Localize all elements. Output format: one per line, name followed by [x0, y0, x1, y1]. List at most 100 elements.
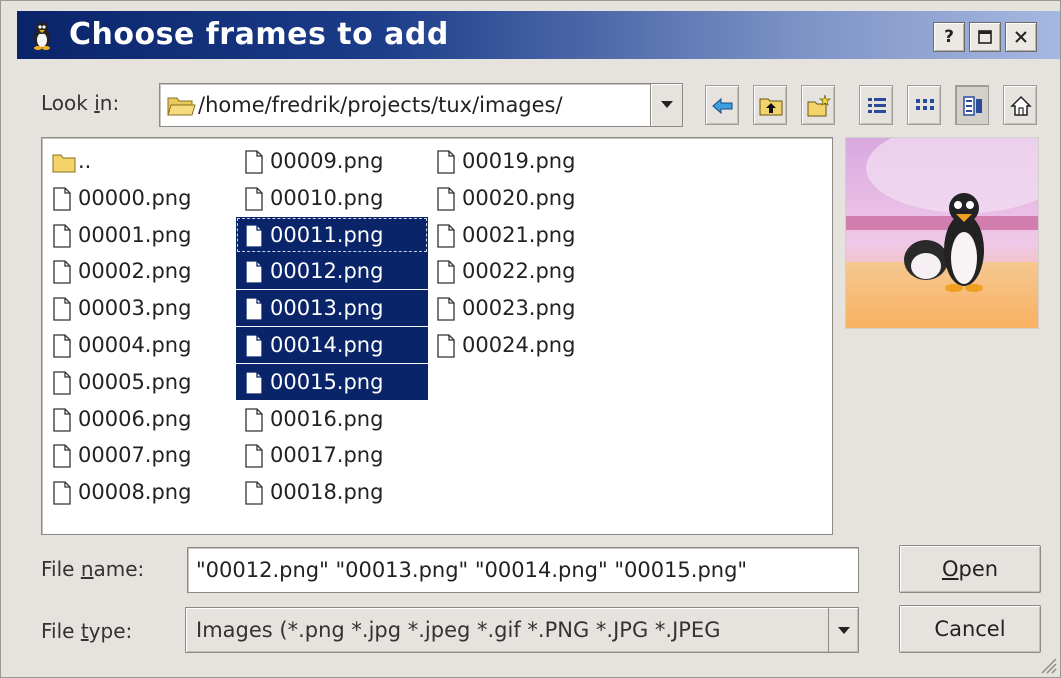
file-item[interactable]: 00014.png [236, 327, 428, 363]
file-name-text: 00008.png [78, 480, 192, 505]
file-name-text: 00000.png [78, 185, 192, 210]
file-icon [53, 187, 71, 211]
icon-view-icon [916, 99, 934, 110]
file-icon [53, 444, 71, 469]
file-icon [245, 260, 263, 285]
file-icon [245, 371, 263, 395]
tux-icon [34, 22, 50, 50]
file-item[interactable]: 00005.png [44, 364, 222, 400]
file-name-text: 00018.png [270, 480, 384, 505]
file-icon [437, 334, 455, 358]
file-icon [437, 187, 455, 211]
file-item[interactable]: 00004.png [44, 327, 222, 363]
home-button[interactable] [1003, 85, 1037, 125]
file-item[interactable]: 00022.png [428, 253, 608, 289]
file-icon [53, 371, 71, 395]
file-type-select[interactable]: Images (*.png *.jpg *.jpeg *.gif *.PNG *… [185, 607, 859, 653]
file-name-text: 00019.png [462, 149, 576, 173]
file-item[interactable]: 00013.png [236, 290, 428, 327]
file-name-text: 00006.png [78, 406, 192, 431]
home-icon [1010, 95, 1032, 116]
preview-image [846, 138, 1038, 328]
folder-open-icon [167, 97, 196, 116]
file-name-text: 00015.png [270, 369, 384, 394]
resize-grip-icon[interactable] [1036, 653, 1058, 675]
file-name-text: 00007.png [78, 443, 192, 468]
file-icon [53, 260, 71, 285]
parent-folder-button[interactable] [753, 85, 787, 125]
file-item[interactable]: 00002.png [44, 253, 222, 289]
file-item[interactable]: 00016.png [236, 401, 428, 437]
file-item[interactable]: 00024.png [428, 327, 608, 363]
file-item[interactable]: 00023.png [428, 290, 608, 326]
image-preview [845, 137, 1039, 329]
file-item[interactable]: 00018.png [236, 474, 428, 510]
file-item[interactable]: 00020.png [428, 180, 608, 216]
file-name-text: 00021.png [462, 222, 576, 247]
parent-folder-icon [759, 98, 783, 116]
list-view-button[interactable] [859, 85, 893, 125]
file-name-text: 00002.png [78, 259, 192, 284]
file-name-text: 00024.png [462, 333, 576, 357]
file-icon [437, 297, 455, 321]
file-name-label: File name: [41, 557, 145, 581]
file-item[interactable]: 00021.png [428, 217, 608, 253]
new-folder-icon [807, 94, 831, 117]
file-name-text: 00014.png [270, 333, 384, 357]
file-name-text: 00016.png [270, 406, 384, 431]
title-bar[interactable]: Choose frames to add ? [17, 11, 1060, 59]
file-name-text: 00003.png [78, 296, 192, 321]
file-item[interactable]: 00012.png [236, 253, 428, 290]
file-item[interactable]: 00011.png [236, 216, 428, 253]
maximize-icon [978, 30, 992, 44]
file-item[interactable]: 00001.png [44, 217, 222, 253]
file-item[interactable]: 00007.png [44, 437, 222, 473]
file-item[interactable]: 00009.png [236, 143, 428, 179]
help-button[interactable]: ? [933, 22, 965, 52]
file-item[interactable]: 00003.png [44, 290, 222, 326]
file-item[interactable]: 00017.png [236, 437, 428, 473]
icon-view-button[interactable] [907, 85, 941, 125]
file-name-text: 00022.png [462, 259, 576, 284]
file-icon [437, 223, 455, 248]
look-in-label: Look in: [41, 91, 120, 115]
file-name-text: 00001.png [78, 222, 192, 247]
file-name-input[interactable]: "00012.png" "00013.png" "00014.png" "000… [187, 547, 859, 593]
look-in-path: /home/fredrik/projects/tux/images/ [198, 93, 563, 117]
detail-view-button[interactable] [955, 85, 989, 125]
file-item[interactable]: 00019.png [428, 143, 608, 179]
file-item[interactable]: 00015.png [236, 363, 428, 400]
file-name-text: 00012.png [270, 259, 384, 284]
file-icon [245, 481, 263, 505]
look-in-dropdown-arrow[interactable] [650, 84, 682, 126]
open-button[interactable]: Open [899, 545, 1041, 593]
back-button[interactable] [705, 85, 739, 125]
file-icon [53, 407, 71, 432]
close-button[interactable] [1005, 22, 1037, 52]
file-icon [53, 334, 71, 358]
file-name-text: 00020.png [462, 185, 576, 210]
file-icon [245, 223, 263, 248]
file-icon [245, 187, 263, 211]
maximize-button[interactable] [969, 22, 1001, 52]
file-name-text: 00005.png [78, 369, 192, 394]
file-type-value: Images (*.png *.jpg *.jpeg *.gif *.PNG *… [196, 618, 721, 642]
new-folder-button[interactable] [801, 85, 835, 125]
file-name-text: 00004.png [78, 333, 192, 357]
file-item[interactable]: 00008.png [44, 474, 222, 510]
file-item[interactable]: 00000.png [44, 180, 222, 216]
file-name-text: 00023.png [462, 296, 576, 321]
file-item[interactable]: 00006.png [44, 401, 222, 437]
look-in-combobox[interactable]: /home/fredrik/projects/tux/images/ [159, 83, 683, 127]
file-name-text: 00011.png [270, 222, 384, 247]
file-item[interactable]: 00010.png [236, 180, 428, 216]
file-type-dropdown-arrow[interactable] [828, 608, 858, 652]
cancel-button[interactable]: Cancel [899, 605, 1041, 653]
file-icon [53, 223, 71, 248]
file-dialog: Choose frames to add ? Look in: /home/fr… [0, 0, 1061, 678]
window-title: Choose frames to add [69, 17, 449, 52]
file-name-text: .. [78, 149, 92, 173]
file-list[interactable]: .. 00000.png 00001.png 00002.png 00003.png 00… [41, 137, 833, 535]
parent-directory-item[interactable]: .. [44, 143, 222, 179]
file-name-text: 00017.png [270, 443, 384, 468]
